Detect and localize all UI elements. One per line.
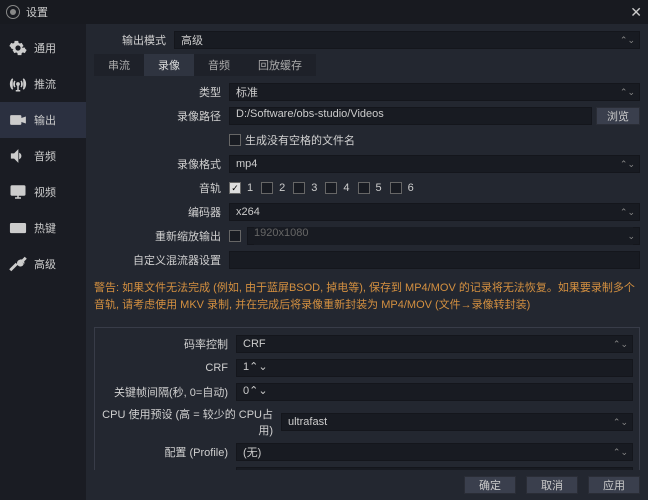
checkbox-icon: [229, 182, 241, 194]
apply-button[interactable]: 应用: [588, 476, 640, 494]
nospace-checkbox[interactable]: 生成没有空格的文件名: [229, 132, 355, 148]
app-logo-icon: [6, 5, 20, 19]
sidebar-item-hotkeys[interactable]: 热键: [0, 210, 86, 246]
titlebar: 设置 ✕: [0, 0, 648, 24]
chevron-updown-icon[interactable]: ⌃⌄: [249, 361, 267, 373]
preset-select[interactable]: ultrafast⌃⌄: [281, 413, 633, 431]
window-title: 设置: [26, 4, 630, 20]
crf-input[interactable]: 1⌃⌄: [236, 359, 633, 377]
tracks-label: 音轨: [94, 180, 229, 196]
tab-streaming[interactable]: 串流: [94, 54, 144, 76]
format-label: 录像格式: [94, 156, 229, 172]
keyframe-label: 关键帧间隔(秒, 0=自动): [101, 384, 236, 400]
checkbox-icon: [261, 182, 273, 194]
track-4-checkbox[interactable]: 4: [325, 182, 349, 194]
sidebar-item-label: 通用: [34, 40, 56, 56]
path-label: 录像路径: [94, 108, 229, 124]
chevron-updown-icon: ⌃⌄: [620, 35, 635, 46]
encoder-select[interactable]: x264⌃⌄: [229, 203, 640, 221]
rescale-label: 重新缩放输出: [94, 228, 229, 244]
sidebar-item-advanced[interactable]: 高级: [0, 246, 86, 282]
track-2-checkbox[interactable]: 2: [261, 182, 285, 194]
cancel-button[interactable]: 取消: [526, 476, 578, 494]
checkbox-icon: [293, 182, 305, 194]
rescale-checkbox[interactable]: [229, 230, 241, 242]
sidebar-item-audio[interactable]: 音频: [0, 138, 86, 174]
ratecontrol-select[interactable]: CRF⌃⌄: [236, 335, 633, 353]
chevron-updown-icon: ⌃⌄: [613, 339, 628, 350]
antenna-icon: [8, 74, 28, 94]
sidebar-item-output[interactable]: 输出: [0, 102, 86, 138]
sidebar-item-label: 推流: [34, 76, 56, 92]
tools-icon: [8, 254, 28, 274]
sidebar-item-stream[interactable]: 推流: [0, 66, 86, 102]
profile-label: 配置 (Profile): [101, 444, 236, 460]
track-6-checkbox[interactable]: 6: [390, 182, 414, 194]
profile-select[interactable]: (无)⌃⌄: [236, 443, 633, 461]
output-icon: [8, 110, 28, 130]
track-3-checkbox[interactable]: 3: [293, 182, 317, 194]
monitor-icon: [8, 182, 28, 202]
keyframe-input[interactable]: 0⌃⌄: [236, 383, 633, 401]
sidebar-item-label: 热键: [34, 220, 56, 236]
gear-icon: [8, 38, 28, 58]
sidebar-item-label: 输出: [34, 112, 56, 128]
output-mode-select[interactable]: 高级⌃⌄: [174, 31, 640, 49]
sidebar-item-label: 视频: [34, 184, 56, 200]
sidebar-item-label: 高级: [34, 256, 56, 272]
sidebar-item-general[interactable]: 通用: [0, 30, 86, 66]
rescale-select: 1920x1080⌄: [247, 227, 640, 245]
browse-button[interactable]: 浏览: [596, 107, 640, 125]
checkbox-icon: [358, 182, 370, 194]
chevron-updown-icon[interactable]: ⌃⌄: [249, 385, 267, 397]
tab-audio[interactable]: 音频: [194, 54, 244, 76]
chevron-updown-icon: ⌃⌄: [620, 159, 635, 170]
preset-label: CPU 使用预设 (高 = 较少的 CPU占用): [101, 406, 281, 438]
chevron-updown-icon: ⌃⌄: [620, 87, 635, 98]
ratecontrol-label: 码率控制: [101, 336, 236, 352]
format-warning: 警告: 如果文件无法完成 (例如, 由于蓝屏BSOD, 掉电等), 保存到 MP…: [94, 274, 640, 323]
track-5-checkbox[interactable]: 5: [358, 182, 382, 194]
crf-label: CRF: [101, 362, 236, 374]
checkbox-icon: [390, 182, 402, 194]
muxer-input[interactable]: [229, 251, 640, 269]
chevron-updown-icon: ⌃⌄: [613, 447, 628, 458]
sidebar-item-label: 音频: [34, 148, 56, 164]
keyboard-icon: [8, 218, 28, 238]
close-icon[interactable]: ✕: [630, 4, 642, 21]
tab-recording[interactable]: 录像: [144, 54, 194, 76]
type-label: 类型: [94, 84, 229, 100]
tab-replay[interactable]: 回放缓存: [244, 54, 316, 76]
chevron-updown-icon: ⌃⌄: [620, 207, 635, 218]
ok-button[interactable]: 确定: [464, 476, 516, 494]
chevron-down-icon: ⌄: [627, 231, 635, 242]
content-panel: 输出模式 高级⌃⌄ 串流 录像 音频 回放缓存 类型 标准⌃⌄ 录像路径 D:/…: [86, 24, 648, 500]
track-1-checkbox[interactable]: 1: [229, 182, 253, 194]
format-select[interactable]: mp4⌃⌄: [229, 155, 640, 173]
tabs: 串流 录像 音频 回放缓存: [94, 54, 640, 76]
dialog-buttons: 确定 取消 应用: [86, 470, 648, 500]
path-input[interactable]: D:/Software/obs-studio/Videos: [229, 107, 592, 125]
checkbox-icon: [325, 182, 337, 194]
output-mode-label: 输出模式: [94, 32, 174, 48]
checkbox-icon: [229, 134, 241, 146]
encoder-label: 编码器: [94, 204, 229, 220]
sidebar: 通用 推流 输出 音频 视频 热键 高级: [0, 24, 86, 500]
chevron-updown-icon: ⌃⌄: [613, 417, 628, 428]
muxer-label: 自定义混流器设置: [94, 252, 229, 268]
sidebar-item-video[interactable]: 视频: [0, 174, 86, 210]
type-select[interactable]: 标准⌃⌄: [229, 83, 640, 101]
speaker-icon: [8, 146, 28, 166]
